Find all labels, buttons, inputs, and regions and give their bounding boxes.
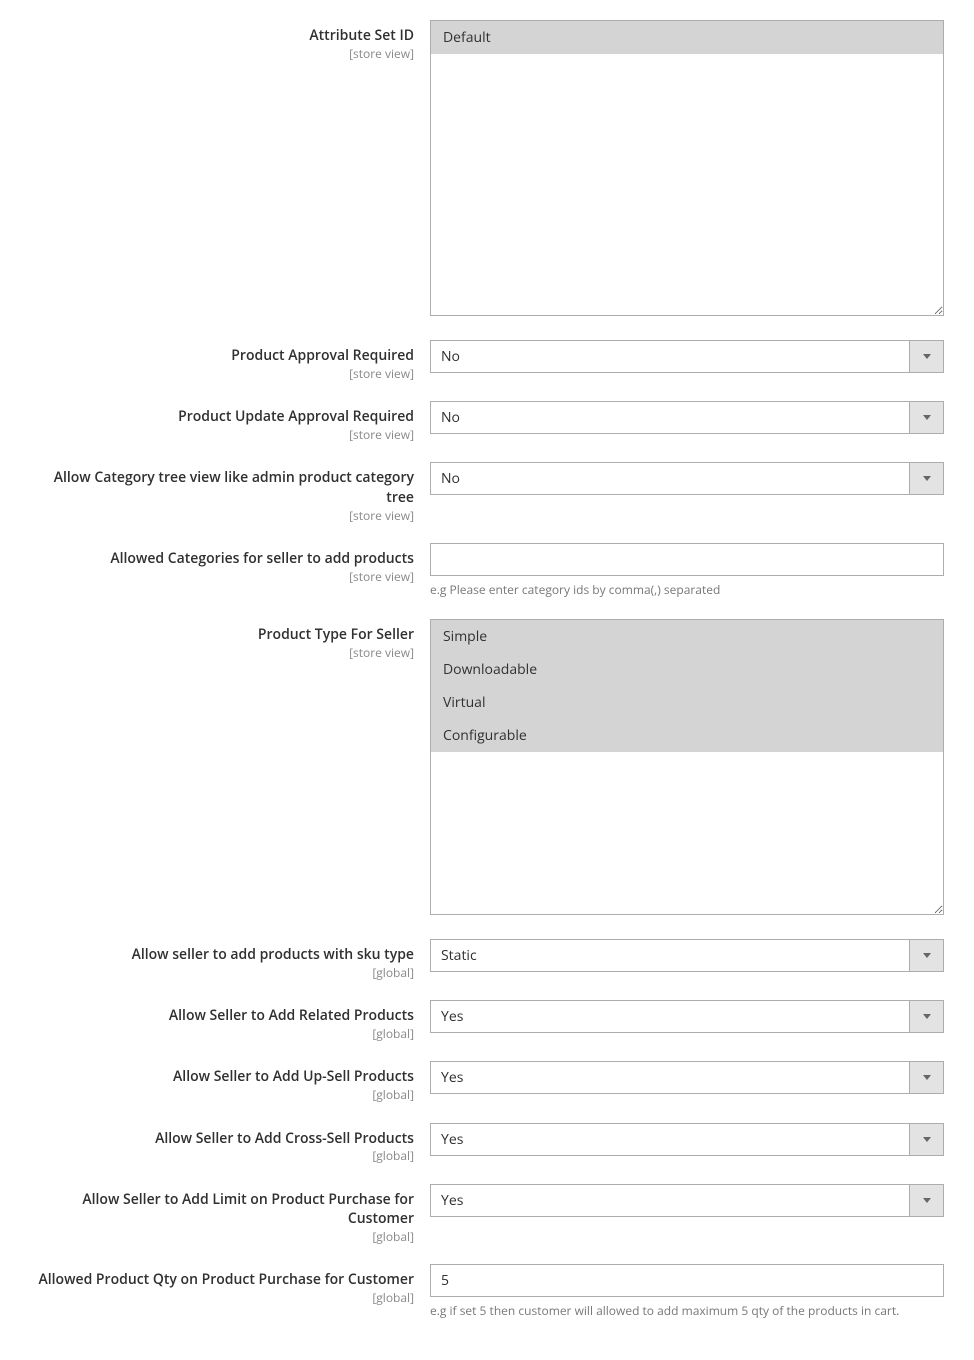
purchase-limit-select[interactable]: Yes: [430, 1184, 944, 1217]
product-approval-select[interactable]: No: [430, 340, 944, 373]
attribute-set-listbox[interactable]: Default: [430, 20, 944, 316]
sku-type-select[interactable]: Static: [430, 939, 944, 972]
select-value: Yes: [431, 1185, 909, 1216]
list-item[interactable]: Configurable: [431, 719, 943, 752]
select-value: Static: [431, 940, 909, 971]
product-update-approval-scope: [store view]: [30, 427, 414, 443]
sku-type-scope: [global]: [30, 965, 414, 981]
product-approval-scope: [store view]: [30, 366, 414, 382]
related-scope: [global]: [30, 1026, 414, 1042]
allowed-categories-label: Allowed Categories for seller to add pro…: [30, 549, 414, 569]
allowed-qty-input[interactable]: [430, 1264, 944, 1297]
upsell-scope: [global]: [30, 1087, 414, 1103]
attribute-set-scope: [store view]: [30, 46, 414, 62]
chevron-down-icon[interactable]: [909, 940, 943, 971]
select-value: No: [431, 402, 909, 433]
purchase-limit-label: Allow Seller to Add Limit on Product Pur…: [30, 1190, 414, 1229]
select-value: Yes: [431, 1124, 909, 1155]
category-tree-scope: [store view]: [30, 508, 414, 524]
select-value: Yes: [431, 1062, 909, 1093]
related-label: Allow Seller to Add Related Products: [30, 1006, 414, 1026]
attribute-set-label: Attribute Set ID: [30, 26, 414, 46]
crosssell-label: Allow Seller to Add Cross-Sell Products: [30, 1129, 414, 1149]
product-type-label: Product Type For Seller: [30, 625, 414, 645]
purchase-limit-scope: [global]: [30, 1229, 414, 1245]
sku-type-label: Allow seller to add products with sku ty…: [30, 945, 414, 965]
chevron-down-icon[interactable]: [909, 341, 943, 372]
chevron-down-icon[interactable]: [909, 402, 943, 433]
crosssell-scope: [global]: [30, 1148, 414, 1164]
allowed-qty-help: e.g if set 5 then customer will allowed …: [430, 1303, 944, 1320]
product-update-approval-label: Product Update Approval Required: [30, 407, 414, 427]
chevron-down-icon[interactable]: [909, 1001, 943, 1032]
product-type-scope: [store view]: [30, 645, 414, 661]
chevron-down-icon[interactable]: [909, 1185, 943, 1216]
category-tree-label: Allow Category tree view like admin prod…: [30, 468, 414, 507]
list-item[interactable]: Virtual: [431, 686, 943, 719]
crosssell-select[interactable]: Yes: [430, 1123, 944, 1156]
chevron-down-icon[interactable]: [909, 1124, 943, 1155]
allowed-qty-label: Allowed Product Qty on Product Purchase …: [30, 1270, 414, 1290]
allowed-categories-help: e.g Please enter category ids by comma(,…: [430, 582, 944, 599]
list-item[interactable]: Default: [431, 21, 943, 54]
product-approval-label: Product Approval Required: [30, 346, 414, 366]
related-select[interactable]: Yes: [430, 1000, 944, 1033]
upsell-select[interactable]: Yes: [430, 1061, 944, 1094]
product-type-listbox[interactable]: Simple Downloadable Virtual Configurable: [430, 619, 944, 915]
allowed-categories-input[interactable]: [430, 543, 944, 576]
select-value: No: [431, 341, 909, 372]
select-value: No: [431, 463, 909, 494]
allowed-qty-scope: [global]: [30, 1290, 414, 1306]
list-item[interactable]: Simple: [431, 620, 943, 653]
upsell-label: Allow Seller to Add Up-Sell Products: [30, 1067, 414, 1087]
chevron-down-icon[interactable]: [909, 463, 943, 494]
chevron-down-icon[interactable]: [909, 1062, 943, 1093]
category-tree-select[interactable]: No: [430, 462, 944, 495]
allowed-categories-scope: [store view]: [30, 569, 414, 585]
list-item[interactable]: Downloadable: [431, 653, 943, 686]
select-value: Yes: [431, 1001, 909, 1032]
product-update-approval-select[interactable]: No: [430, 401, 944, 434]
